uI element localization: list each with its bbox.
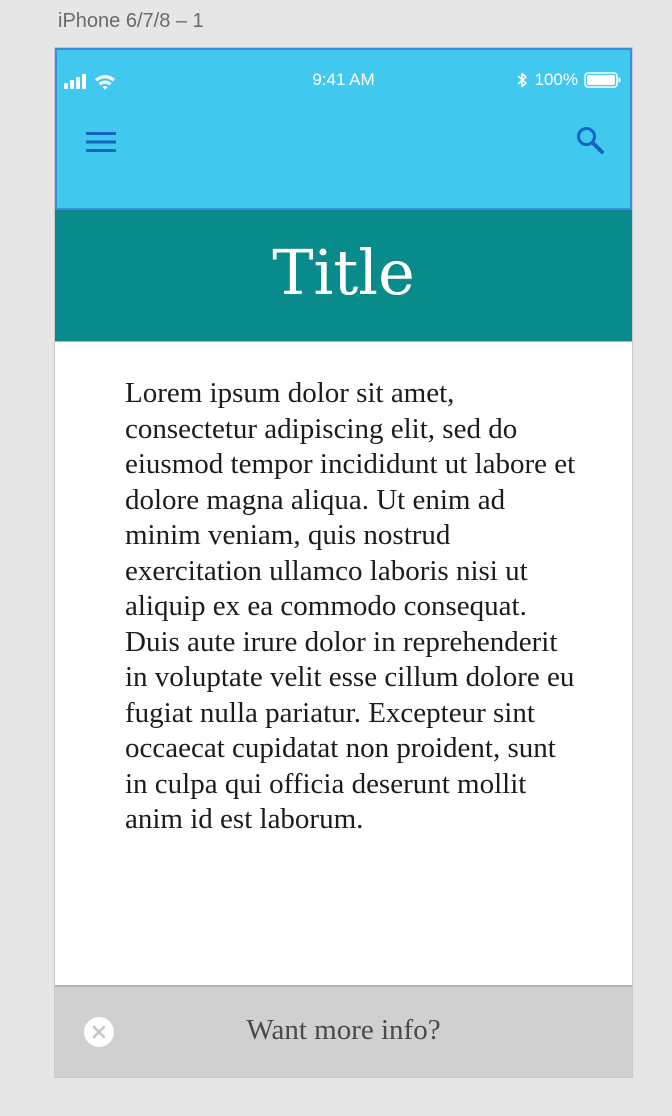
search-icon — [577, 127, 604, 154]
search-button[interactable] — [572, 122, 608, 158]
phone-screen: 9:41 AM 100% Title Lorem ipsum dolor sit… — [54, 47, 633, 1078]
body-text: Lorem ipsum dolor sit amet, consectetur … — [125, 377, 576, 835]
info-bar: Want more info? — [55, 985, 632, 1077]
hamburger-menu-button[interactable] — [83, 124, 119, 160]
status-right: 100% — [515, 68, 622, 92]
battery-icon — [584, 72, 621, 88]
more-info-link[interactable]: Want more info? — [55, 1014, 632, 1047]
app-bar: 9:41 AM 100% — [55, 48, 632, 210]
battery-percent: 100% — [534, 70, 578, 89]
bluetooth-icon — [516, 72, 527, 88]
title-banner: Title — [55, 210, 632, 342]
artboard-label: iPhone 6/7/8 – 1 — [58, 10, 204, 32]
page-title: Title — [272, 236, 415, 309]
hamburger-menu-icon — [86, 132, 116, 152]
status-bar: 9:41 AM 100% — [57, 68, 630, 92]
